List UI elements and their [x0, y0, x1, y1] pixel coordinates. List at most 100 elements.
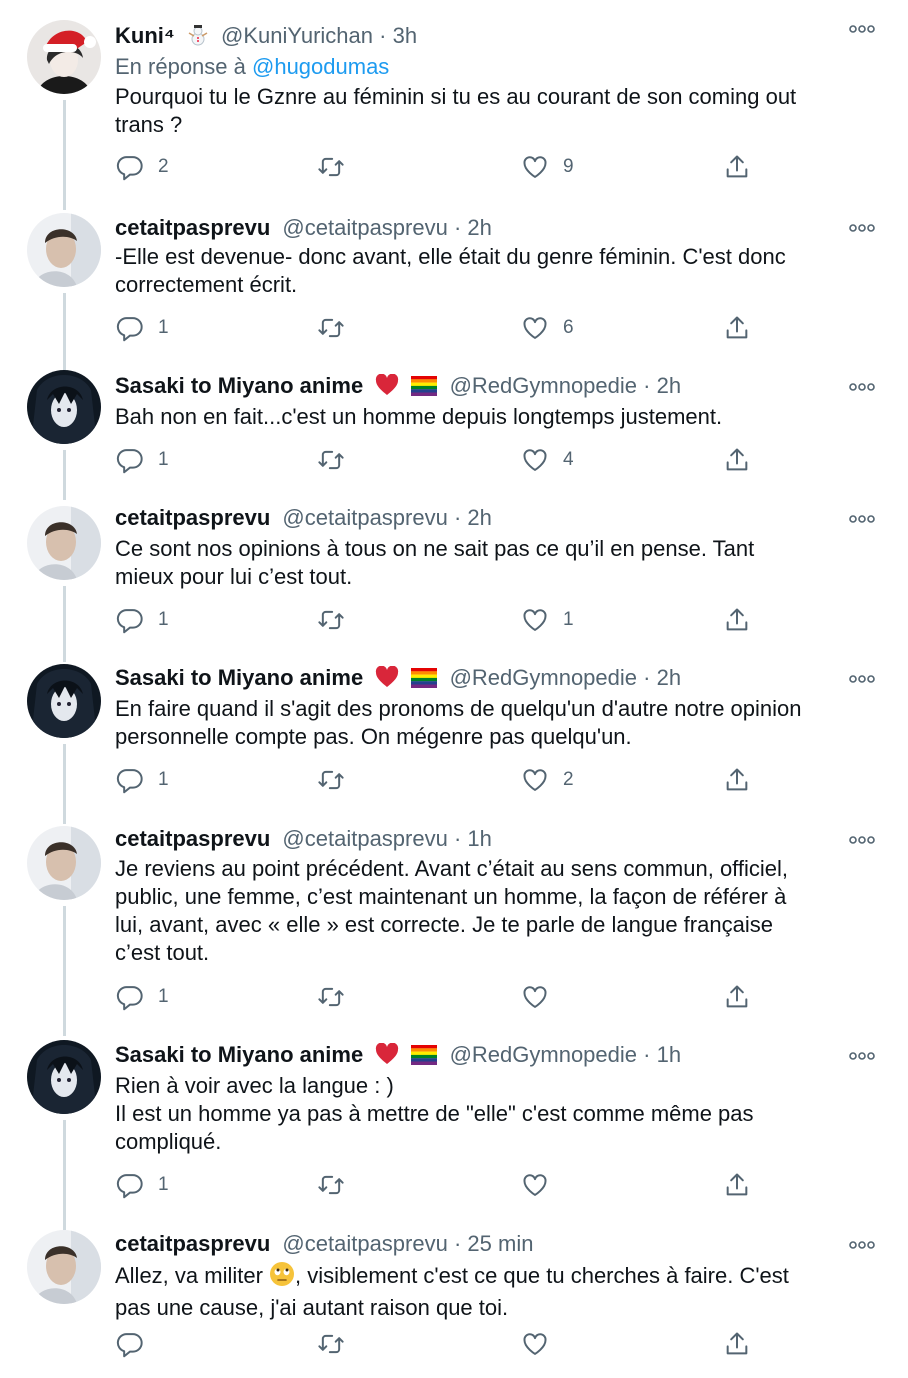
tweet[interactable]: cetaitpasprevu @cetaitpasprevu · 2h Ce s… — [0, 498, 908, 662]
tweet-text: -Elle est devenue- donc avant, elle étai… — [115, 243, 885, 299]
tweet-text-line: Allez, va militer , visiblement c'est ce… — [115, 1261, 885, 1294]
avatar[interactable] — [27, 506, 101, 580]
display-name[interactable]: Sasaki to Miyano anime — [115, 1042, 363, 1067]
share-button[interactable] — [723, 313, 751, 343]
retweet-button[interactable] — [317, 605, 359, 635]
like-button[interactable] — [521, 1329, 563, 1359]
tweet-text-line: compliqué. — [115, 1129, 222, 1154]
more-icon[interactable] — [849, 1238, 875, 1250]
share-icon — [726, 316, 748, 339]
avatar[interactable] — [27, 664, 101, 738]
tweet-time[interactable]: 3h — [393, 23, 417, 48]
like-count: 1 — [563, 609, 574, 630]
tweet[interactable]: cetaitpasprevu @cetaitpasprevu · 25 min … — [0, 1224, 908, 1374]
retweet-button[interactable] — [317, 982, 359, 1012]
share-icon — [726, 1332, 748, 1355]
user-handle[interactable]: @KuniYurichan — [221, 23, 373, 48]
share-button[interactable] — [723, 1170, 751, 1200]
tweet[interactable]: Sasaki to Miyano anime @RedGymnopedie · … — [0, 1034, 908, 1230]
more-icon[interactable] — [849, 380, 875, 392]
tweet-time[interactable]: 2h — [657, 665, 681, 690]
avatar[interactable] — [27, 1230, 101, 1304]
user-handle[interactable]: @cetaitpasprevu — [282, 505, 447, 530]
reply-button[interactable]: 1 — [116, 765, 169, 795]
reply-button[interactable]: 1 — [116, 445, 169, 475]
tweet-text-line: Bah non en fait...c'est un homme depuis … — [115, 404, 723, 429]
retweet-button[interactable] — [317, 313, 359, 343]
display-name[interactable]: cetaitpasprevu — [115, 505, 270, 530]
thread-connector — [63, 450, 66, 500]
tweet[interactable]: cetaitpasprevu @cetaitpasprevu · 2h -Ell… — [0, 205, 908, 373]
tweet-time[interactable]: 2h — [467, 505, 491, 530]
more-icon[interactable] — [849, 833, 875, 845]
display-name[interactable]: cetaitpasprevu — [115, 1231, 270, 1256]
retweet-button[interactable] — [317, 765, 359, 795]
like-button[interactable]: 6 — [521, 313, 574, 343]
more-icon[interactable] — [849, 512, 875, 524]
user-handle[interactable]: @cetaitpasprevu — [282, 1231, 447, 1256]
retweet-button[interactable] — [317, 152, 359, 182]
share-button[interactable] — [723, 152, 751, 182]
tweet-time[interactable]: 2h — [467, 215, 491, 240]
tweet[interactable]: Kuni⁴ @KuniYurichan · 3h En réponse à @h… — [0, 14, 908, 210]
tweet[interactable]: Sasaki to Miyano anime @RedGymnopedie · … — [0, 658, 908, 824]
share-button[interactable] — [723, 445, 751, 475]
separator-dot: · — [643, 1042, 651, 1067]
user-handle[interactable]: @cetaitpasprevu — [282, 826, 447, 851]
tweet-text: Ce sont nos opinions à tous on ne sait p… — [115, 535, 885, 591]
avatar[interactable] — [27, 213, 101, 287]
more-icon[interactable] — [849, 221, 875, 233]
reply-button[interactable]: 2 — [116, 152, 169, 182]
retweet-button[interactable] — [317, 445, 359, 475]
display-name[interactable]: Sasaki to Miyano anime — [115, 373, 363, 398]
avatar[interactable] — [27, 1040, 101, 1114]
user-handle[interactable]: @cetaitpasprevu — [282, 215, 447, 240]
tweet-time[interactable]: 2h — [657, 373, 681, 398]
like-button[interactable]: 9 — [521, 152, 574, 182]
like-button[interactable]: 4 — [521, 445, 574, 475]
tweet-text-line: Il est un homme ya pas à mettre de "elle… — [115, 1101, 754, 1126]
tweet-time[interactable]: 1h — [467, 826, 491, 851]
share-button[interactable] — [723, 1329, 751, 1359]
more-icon[interactable] — [849, 22, 875, 34]
tweet-time[interactable]: 1h — [657, 1042, 681, 1067]
tweet-text-line: c’est tout. — [115, 940, 210, 965]
replying-to-mention[interactable]: @hugodumas — [252, 54, 389, 79]
avatar[interactable] — [27, 20, 101, 94]
share-button[interactable] — [723, 605, 751, 635]
reply-button[interactable]: 1 — [116, 605, 169, 635]
tweet-time[interactable]: 25 min — [467, 1231, 533, 1256]
avatar[interactable] — [27, 826, 101, 900]
display-name[interactable]: Kuni⁴ — [115, 23, 175, 48]
user-handle[interactable]: @RedGymnopedie — [450, 1042, 637, 1067]
reply-button[interactable]: 1 — [116, 313, 169, 343]
display-name[interactable]: Sasaki to Miyano anime — [115, 665, 363, 690]
share-button[interactable] — [723, 765, 751, 795]
retweet-button[interactable] — [317, 1329, 359, 1359]
share-button[interactable] — [723, 982, 751, 1012]
thread-connector — [63, 586, 66, 662]
reply-button[interactable]: 1 — [116, 1170, 169, 1200]
like-button[interactable] — [521, 1170, 563, 1200]
reply-button[interactable] — [116, 1329, 158, 1359]
rainbow-flag-icon — [411, 374, 438, 404]
more-icon[interactable] — [849, 672, 875, 684]
like-button[interactable]: 2 — [521, 765, 574, 795]
reply-button[interactable]: 1 — [116, 982, 169, 1012]
like-button[interactable] — [521, 982, 563, 1012]
like-button[interactable]: 1 — [521, 605, 574, 635]
display-name[interactable]: cetaitpasprevu — [115, 215, 270, 240]
tweet[interactable]: Sasaki to Miyano anime @RedGymnopedie · … — [0, 366, 908, 500]
user-handle[interactable]: @RedGymnopedie — [450, 373, 637, 398]
tweet-text-line: mieux pour lui c’est tout. — [115, 564, 353, 589]
more-icon[interactable] — [849, 1049, 875, 1061]
avatar[interactable] — [27, 370, 101, 444]
user-handle[interactable]: @RedGymnopedie — [450, 665, 637, 690]
tweet-actions: 1 4 — [115, 445, 775, 475]
retweet-button[interactable] — [317, 1170, 359, 1200]
share-icon — [726, 1173, 748, 1196]
heart-icon — [523, 449, 547, 471]
face-with-rolling-eyes-icon — [269, 1261, 295, 1294]
display-name[interactable]: cetaitpasprevu — [115, 826, 270, 851]
tweet[interactable]: cetaitpasprevu @cetaitpasprevu · 1h Je r… — [0, 818, 908, 1036]
